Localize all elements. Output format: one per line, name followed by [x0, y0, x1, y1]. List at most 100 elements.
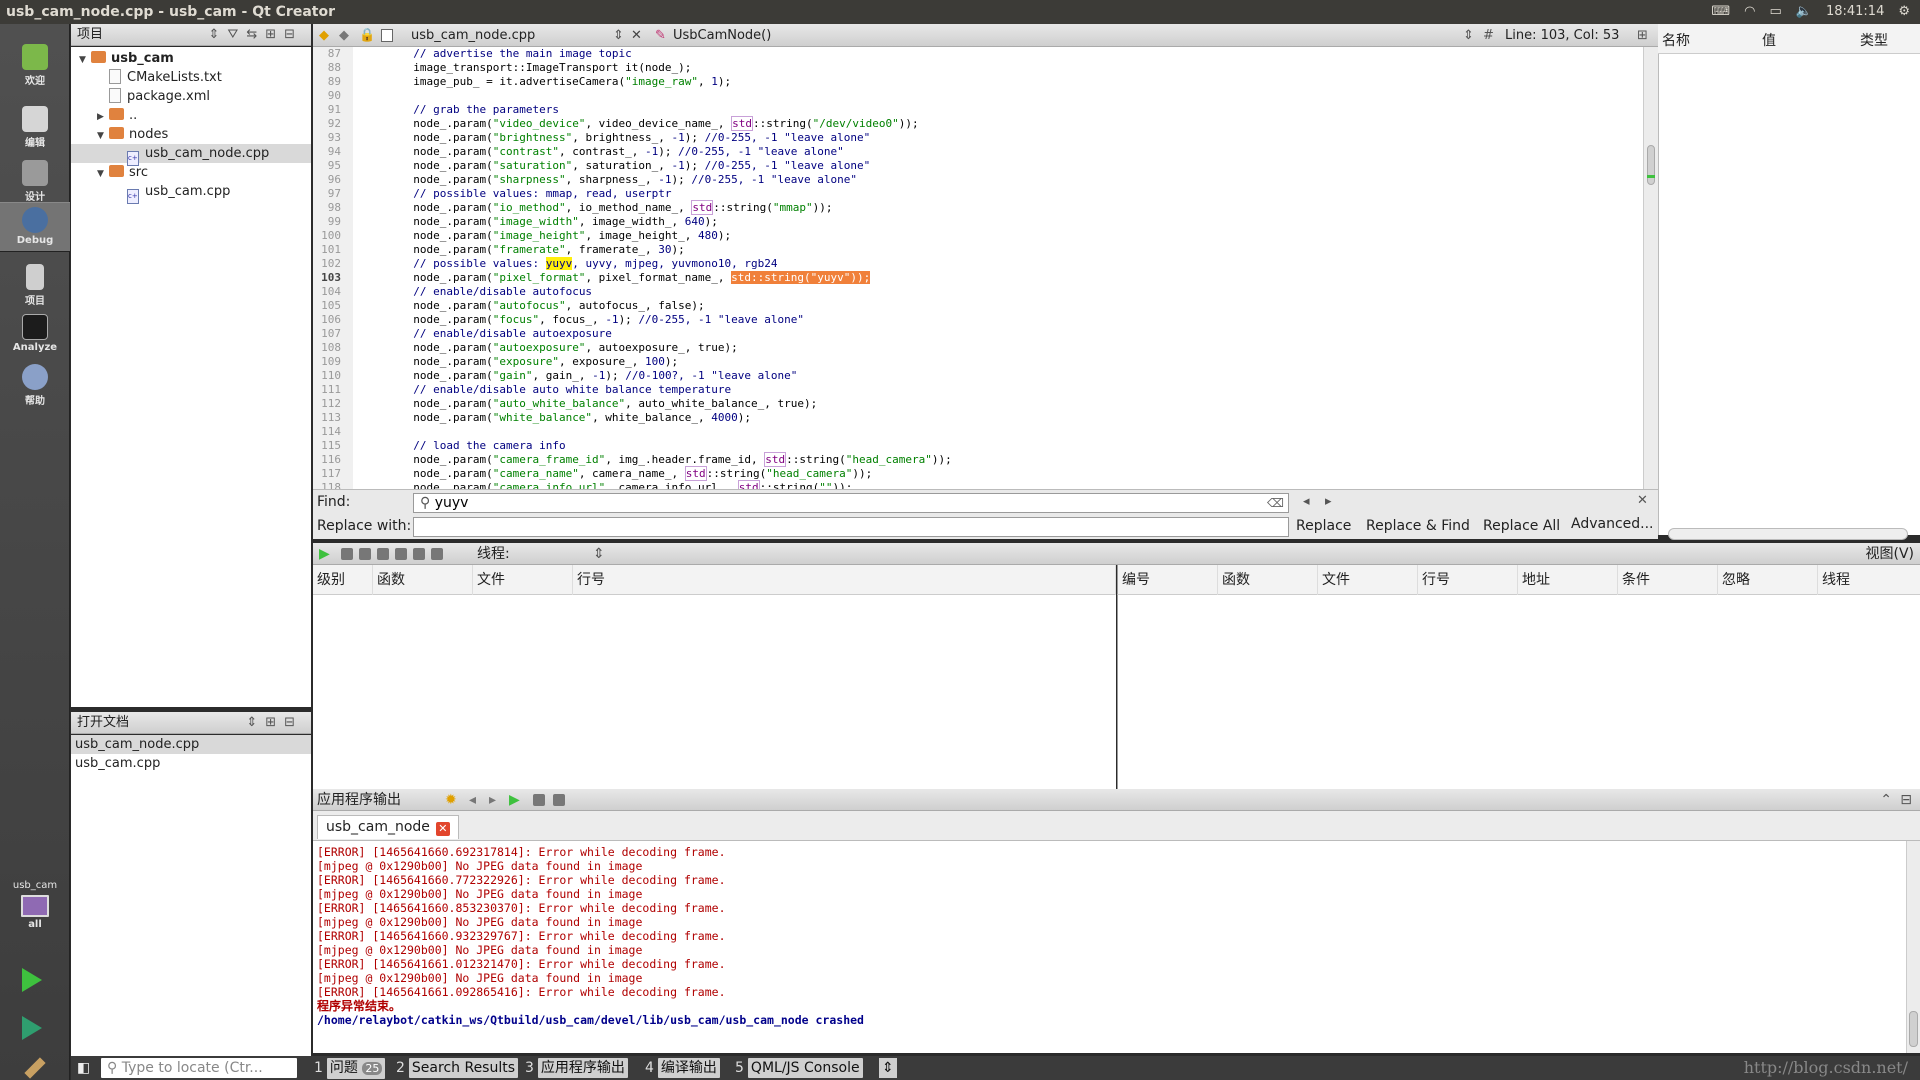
code-line[interactable]: // grab the parameters — [353, 103, 1643, 117]
column-header[interactable]: 文件 — [473, 565, 573, 595]
toggle-sidebar-icon[interactable]: ◧ — [77, 1058, 90, 1078]
replace-button[interactable]: Replace — [1296, 518, 1351, 534]
column-header[interactable]: 函数 — [1218, 565, 1318, 595]
output-console[interactable]: [ERROR] [1465641660.692317814]: Error wh… — [313, 841, 1906, 1053]
attach-icon[interactable] — [553, 794, 565, 806]
symbol-combo[interactable]: UsbCamNode() — [673, 24, 771, 47]
battery-icon[interactable]: ▭ — [1769, 0, 1781, 24]
code-line[interactable]: // enable/disable auto white balance tem… — [353, 383, 1643, 397]
line-number[interactable]: 112 — [313, 397, 353, 411]
line-number[interactable]: 101 — [313, 243, 353, 257]
column-header[interactable]: 编号 — [1118, 565, 1218, 595]
find-previous-icon[interactable]: ◂ — [1303, 494, 1310, 509]
close-file-icon[interactable]: ✕ — [631, 24, 642, 47]
code-line[interactable]: image_transport::ImageTransport it(node_… — [353, 61, 1643, 75]
line-number[interactable]: 111 — [313, 383, 353, 397]
view-menu[interactable]: 视图(V) — [1865, 543, 1914, 565]
keyboard-icon[interactable]: ⌨ — [1711, 0, 1730, 24]
line-number[interactable]: 91 — [313, 103, 353, 117]
line-number[interactable]: 116 — [313, 453, 353, 467]
line-number[interactable]: 96 — [313, 173, 353, 187]
line-number[interactable]: 107 — [313, 327, 353, 341]
clear-icon[interactable]: ⌫ — [1267, 494, 1284, 512]
next-icon[interactable]: ▸ — [489, 789, 496, 811]
code-line[interactable] — [353, 89, 1643, 103]
mode-edit[interactable]: 编辑 — [0, 102, 70, 152]
mode-help[interactable]: 帮助 — [0, 360, 70, 410]
tree-item[interactable]: package.xml — [71, 87, 311, 106]
column-header[interactable]: 行号 — [1418, 565, 1518, 595]
replace-find-button[interactable]: Replace & Find — [1366, 518, 1470, 534]
find-next-icon[interactable]: ▸ — [1325, 494, 1332, 509]
line-number[interactable]: 105 — [313, 299, 353, 313]
code-line[interactable]: node_.param("framerate", framerate_, 30)… — [353, 243, 1643, 257]
gear-icon[interactable]: ⚙ — [1898, 0, 1910, 24]
scrollbar-thumb[interactable] — [1909, 1011, 1918, 1047]
line-number[interactable]: 103 — [313, 271, 353, 285]
code-line[interactable]: node_.param("pixel_format", pixel_format… — [353, 271, 1643, 285]
debug-run-icon[interactable] — [22, 1016, 42, 1040]
code-line[interactable]: node_.param("contrast", contrast_, -1); … — [353, 145, 1643, 159]
editor-scrollbar[interactable] — [1643, 47, 1658, 489]
line-number[interactable]: 117 — [313, 467, 353, 481]
code-line[interactable]: node_.param("camera_frame_id", img_.head… — [353, 452, 1643, 467]
line-number[interactable]: 90 — [313, 89, 353, 103]
tree-item[interactable]: ▼ nodes — [71, 125, 311, 144]
code-line[interactable]: node_.param("camera_info_url", camera_in… — [353, 480, 1643, 489]
line-number[interactable]: 92 — [313, 117, 353, 131]
locals-scrollbar[interactable] — [1668, 528, 1908, 540]
locals-col-value[interactable]: 值 — [1762, 30, 1776, 50]
rerun-icon[interactable]: ▶ — [509, 789, 520, 811]
issues-pane-button[interactable]: 1 问题 25 — [314, 1058, 386, 1079]
back-icon[interactable]: ◆ — [319, 24, 329, 47]
mode-design[interactable]: 设计 — [0, 156, 70, 206]
line-number[interactable]: 99 — [313, 215, 353, 229]
column-header[interactable]: 地址 — [1518, 565, 1618, 595]
scrollbar-thumb[interactable] — [1647, 145, 1655, 185]
code-line[interactable]: node_.param("autoexposure", autoexposure… — [353, 341, 1643, 355]
search-results-pane-button[interactable]: 2 Search Results — [396, 1058, 519, 1078]
replace-all-button[interactable]: Replace All — [1483, 518, 1560, 534]
restart-icon[interactable] — [413, 548, 425, 560]
step-over-icon[interactable] — [359, 548, 371, 560]
line-number[interactable]: 88 — [313, 61, 353, 75]
mode-analyze[interactable]: Analyze — [0, 310, 70, 360]
editor-file-combo[interactable]: usb_cam_node.cpp — [411, 24, 535, 47]
tree-item[interactable]: c+ usb_cam_node.cpp — [71, 144, 311, 166]
clock[interactable]: 18:41:14 — [1826, 0, 1884, 24]
tree-item[interactable]: ▼ src — [71, 163, 311, 182]
open-doc-item[interactable]: usb_cam.cpp — [71, 754, 311, 773]
stop-icon[interactable] — [341, 548, 353, 560]
code-line[interactable]: node_.param("video_device", video_device… — [353, 116, 1643, 131]
cursor-position[interactable]: Line: 103, Col: 53 — [1505, 24, 1619, 47]
code-line[interactable]: // load the camera info — [353, 439, 1643, 453]
code-line[interactable]: // enable/disable autoexposure — [353, 327, 1643, 341]
wifi-icon[interactable]: ◠ — [1744, 0, 1755, 24]
code-line[interactable]: node_.param("io_method", io_method_name_… — [353, 200, 1643, 215]
step-out-icon[interactable] — [395, 548, 407, 560]
code-line[interactable]: node_.param("image_width", image_width_,… — [353, 215, 1643, 229]
run-icon[interactable] — [22, 968, 42, 992]
code-line[interactable]: node_.param("exposure", exposure_, 100); — [353, 355, 1643, 369]
column-header[interactable]: 文件 — [1318, 565, 1418, 595]
code-line[interactable]: node_.param("camera_name", camera_name_,… — [353, 466, 1643, 481]
disassembly-icon[interactable] — [431, 548, 443, 560]
code-line[interactable] — [353, 425, 1643, 439]
column-header[interactable]: 线程 — [1818, 565, 1920, 595]
code-line[interactable]: // possible values: mmap, read, userptr — [353, 187, 1643, 201]
line-number[interactable]: 98 — [313, 201, 353, 215]
code-line[interactable]: // enable/disable autofocus — [353, 285, 1643, 299]
line-number[interactable]: 89 — [313, 75, 353, 89]
close-tab-icon[interactable]: ✕ — [435, 822, 450, 836]
clear-output-icon[interactable]: ✹ — [445, 789, 457, 811]
mode-debug[interactable]: Debug — [0, 202, 70, 252]
tree-item[interactable]: CMakeLists.txt — [71, 68, 311, 87]
maximize-icon[interactable]: ⌃ — [1880, 789, 1892, 811]
tree-item[interactable]: ▶.. — [71, 106, 311, 125]
previous-icon[interactable]: ◂ — [469, 789, 476, 811]
locals-col-type[interactable]: 类型 — [1860, 30, 1888, 50]
chevron-updown-icon[interactable]: ⇕ — [879, 1058, 897, 1078]
line-number[interactable]: 110 — [313, 369, 353, 383]
locals-view[interactable] — [1658, 54, 1920, 535]
split-icon[interactable]: ⊞ — [1637, 24, 1648, 47]
